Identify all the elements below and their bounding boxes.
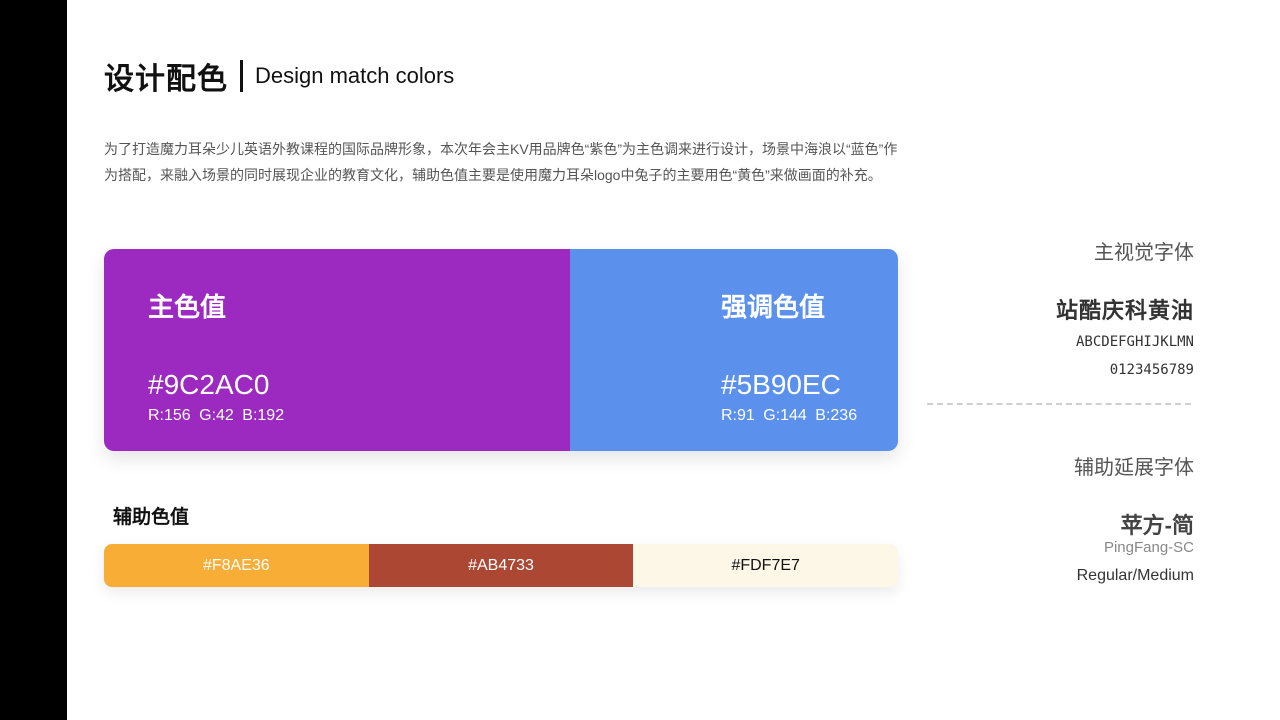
aux-color-bar: #F8AE36 #AB4733 #FDF7E7 — [104, 544, 898, 587]
aux-swatch-hex: #AB4733 — [468, 556, 534, 574]
accent-color-swatch: 强调色值 #5B90EC R:91 G:144 B:236 — [570, 249, 898, 451]
main-font-sample-digits: 0123456789 — [1109, 362, 1194, 378]
aux-swatch-hex: #F8AE36 — [202, 556, 270, 574]
primary-color-hex: #9C2AC0 — [148, 369, 270, 400]
aux-colors-title: 辅助色值 — [113, 507, 190, 528]
aux-font-name: 苹方-简 — [1120, 513, 1194, 538]
title-divider — [240, 60, 243, 92]
primary-color-rgb: R:156 G:42 B:192 — [148, 407, 285, 424]
main-font-sample-letters: ABCDEFGHIJKLMN — [1075, 334, 1194, 350]
page-title-cn: 设计配色 — [104, 63, 228, 96]
aux-swatch-hex: #FDF7E7 — [731, 556, 800, 574]
aux-swatch-yellow: #F8AE36 — [104, 544, 369, 587]
font-spec-panel: 主视觉字体 站酷庆科黄油 ABCDEFGHIJKLMN 0123456789 辅… — [920, 0, 1194, 720]
primary-color-label: 主色值 — [148, 292, 227, 322]
page-title: 设计配色 Design match colors — [104, 56, 454, 96]
aux-font-name-en: PingFang-SC — [1103, 539, 1194, 556]
main-font-heading: 主视觉字体 — [1094, 242, 1194, 264]
accent-color-label: 强调色值 — [721, 292, 826, 322]
aux-font-heading: 辅助延展字体 — [1074, 457, 1194, 479]
aux-swatch-cream: #FDF7E7 — [633, 544, 898, 587]
primary-color-swatch: 主色值 #9C2AC0 R:156 G:42 B:192 — [104, 249, 570, 451]
left-black-bar — [0, 0, 67, 720]
intro-paragraph: 为了打造魔力耳朵少儿英语外教课程的国际品牌形象，本次年会主KV用品牌色“紫色”为… — [104, 141, 898, 183]
accent-color-rgb: R:91 G:144 B:236 — [721, 407, 858, 424]
main-color-card: 主色值 #9C2AC0 R:156 G:42 B:192 强调色值 #5B90E… — [104, 249, 898, 451]
aux-font-weights: Regular/Medium — [1076, 567, 1194, 584]
accent-color-hex: #5B90EC — [721, 369, 841, 400]
main-font-name: 站酷庆科黄油 — [1055, 298, 1194, 323]
aux-swatch-rust: #AB4733 — [368, 544, 634, 587]
page-title-en: Design match colors — [255, 63, 455, 88]
dashed-divider — [927, 403, 1191, 405]
